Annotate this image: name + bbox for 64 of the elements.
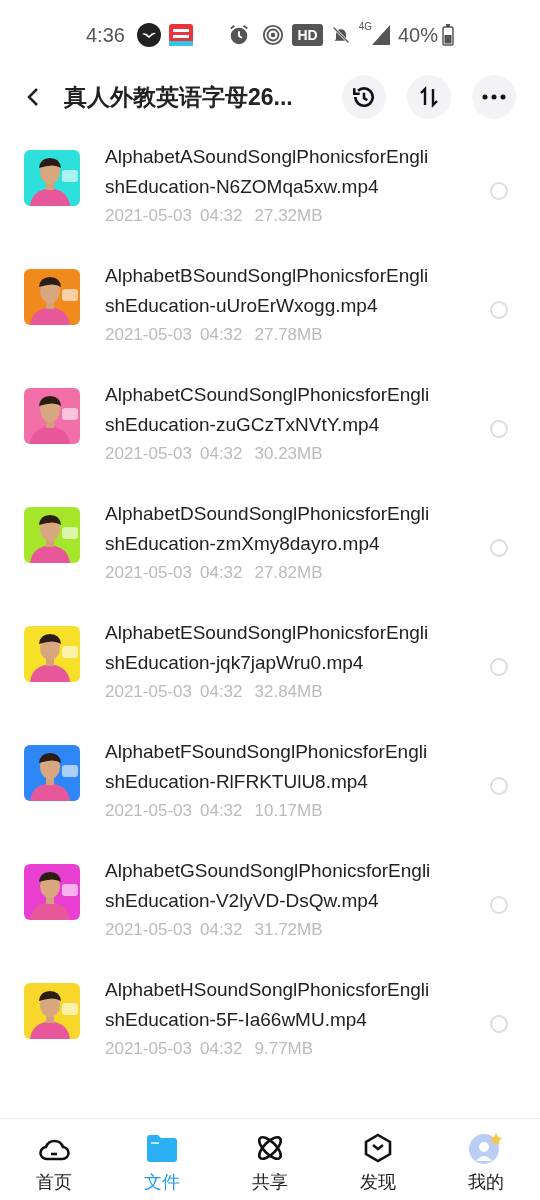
folder-title: 真人外教英语字母26... [64, 82, 293, 112]
file-size: 10.17MB [254, 800, 323, 822]
hotspot-icon [262, 24, 285, 46]
file-time: 04:32 [199, 1038, 243, 1060]
avatar-icon [468, 1131, 504, 1165]
battery-icon [442, 24, 454, 46]
file-date: 2021-05-03 [105, 1038, 192, 1060]
select-radio[interactable] [490, 1015, 508, 1033]
more-button[interactable] [472, 75, 516, 119]
file-time: 04:32 [199, 681, 243, 703]
file-name[interactable]: AlphabetDSoundSonglPhonicsforEnglishEducation-zmXmy8dayro.mp4 [105, 499, 432, 559]
file-name[interactable]: AlphabetESoundSonglPhonicsforEnglishEducation-jqk7japWru0.mp4 [105, 618, 432, 678]
select-radio[interactable] [490, 777, 508, 795]
file-name[interactable]: AlphabetGSoundSonglPhonicsforEnglishEducation-V2lyVD-DsQw.mp4 [105, 856, 432, 916]
more-icon [482, 94, 506, 100]
sort-button[interactable] [407, 75, 451, 119]
file-name[interactable]: AlphabetCSoundSonglPhonicsforEnglishEducation-zuGCzTxNVtY.mp4 [105, 380, 432, 440]
hd-badge: HD [292, 24, 323, 46]
folder-icon [147, 1134, 177, 1162]
file-name[interactable]: AlphabetFSoundSonglPhonicsforEnglishEducation-RlFRKTUlU8.mp4 [105, 737, 432, 797]
select-radio[interactable] [490, 182, 508, 200]
select-radio[interactable] [490, 896, 508, 914]
news-app-icon [168, 24, 193, 46]
file-date: 2021-05-03 [105, 443, 192, 465]
bell-off-icon [330, 25, 351, 45]
signal-icon [371, 25, 390, 45]
file-time: 04:32 [199, 800, 243, 822]
file-name[interactable]: AlphabetBSoundSonglPhonicsforEnglishEducation-uUroErWxogg.mp4 [105, 261, 432, 321]
nav-tab[interactable]: 我的 [446, 1131, 526, 1196]
file-time: 04:32 [199, 562, 243, 584]
network-type: 4G [358, 22, 372, 32]
nav-tab[interactable]: 共享 [230, 1131, 310, 1196]
file-date: 2021-05-03 [105, 324, 192, 346]
nav-tab[interactable]: 发现 [338, 1131, 418, 1196]
history-icon [351, 84, 377, 110]
file-time: 04:32 [199, 324, 243, 346]
file-time: 04:32 [199, 205, 243, 227]
file-date: 2021-05-03 [105, 800, 192, 822]
file-size: 31.72MB [254, 919, 323, 941]
file-time: 04:32 [199, 919, 243, 941]
file-name[interactable]: AlphabetASoundSonglPhonicsforEnglishEducation-N6ZOMqa5xw.mp4 [105, 142, 432, 202]
nav-tab[interactable]: 首页 [14, 1131, 94, 1196]
file-date: 2021-05-03 [105, 205, 192, 227]
file-size: 27.82MB [254, 562, 323, 584]
battery-percent: 40% [397, 23, 438, 48]
hexagon-icon [364, 1133, 392, 1163]
file-date: 2021-05-03 [105, 919, 192, 941]
file-size: 30.23MB [254, 443, 323, 465]
file-date: 2021-05-03 [105, 681, 192, 703]
file-name[interactable]: AlphabetHSoundSonglPhonicsforEnglishEducation-5F-Ia66wMU.mp4 [105, 975, 432, 1035]
file-date: 2021-05-03 [105, 562, 192, 584]
bird-app-icon [136, 23, 161, 47]
file-size: 27.32MB [254, 205, 323, 227]
select-radio[interactable] [490, 301, 508, 319]
atom-icon [255, 1133, 285, 1163]
status-time: 4:36 [86, 23, 125, 48]
select-radio[interactable] [490, 658, 508, 676]
select-radio[interactable] [490, 420, 508, 438]
file-size: 32.84MB [254, 681, 323, 703]
history-button[interactable] [342, 75, 386, 119]
file-size: 9.77MB [254, 1038, 314, 1060]
file-size: 27.78MB [254, 324, 323, 346]
file-time: 04:32 [199, 443, 243, 465]
select-radio[interactable] [490, 539, 508, 557]
